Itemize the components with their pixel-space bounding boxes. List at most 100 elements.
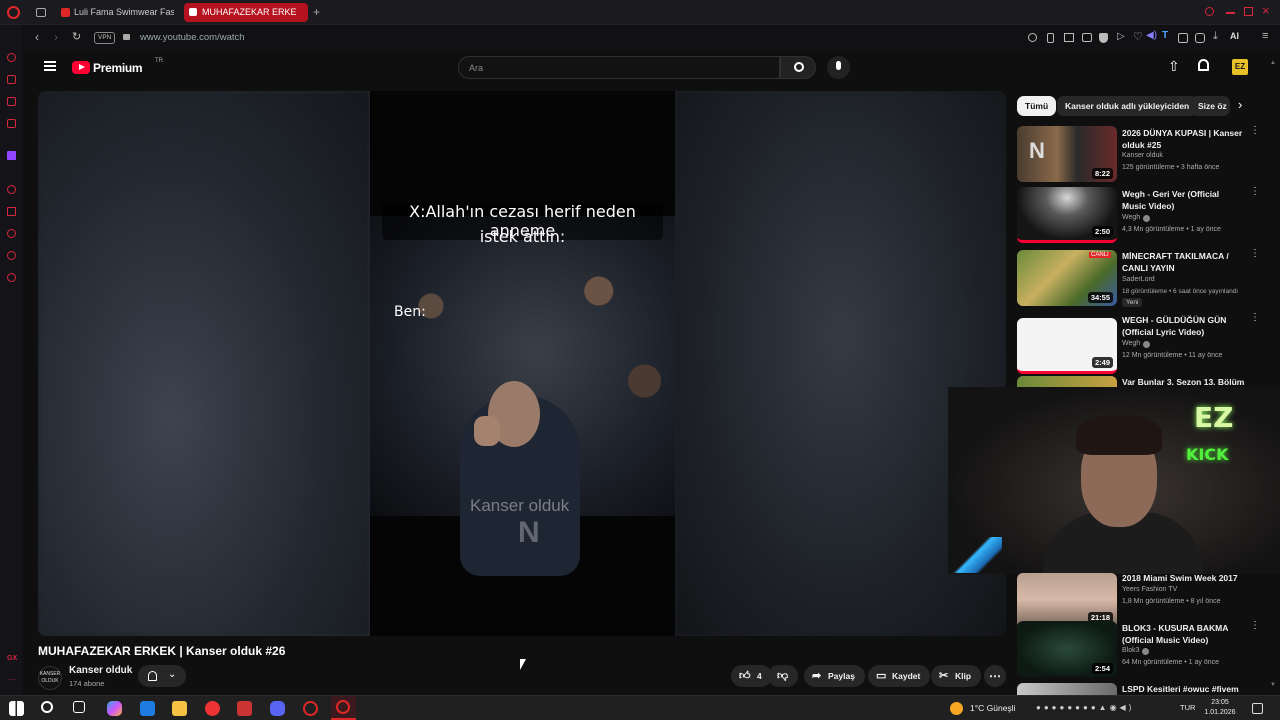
chip-for-you[interactable]: Size öz [1190,96,1230,116]
page-scrollbar[interactable]: ▲ ▼ [1270,60,1276,690]
rec-thumbnail[interactable]: 2:50 [1017,187,1117,243]
menu-icon[interactable]: ≡ [1262,30,1268,42]
opera-gx-icon[interactable] [331,696,356,720]
rec-channel[interactable]: Kanser olduk [1122,152,1163,159]
share-button[interactable]: ➦ Paylaş [804,665,865,687]
system-tray-icons[interactable]: ●●●●●●●●▲◉◀) [1036,703,1134,712]
copilot-icon[interactable] [107,701,122,716]
rec-thumbnail[interactable]: N 8:22 [1017,126,1117,182]
sidebar-chatgpt-icon[interactable] [7,75,16,84]
puzzle-icon[interactable] [1195,33,1205,43]
rec-options-icon[interactable]: ⋮ [1250,249,1260,259]
rec-title[interactable]: 2018 Miami Swim Week 2017 [1122,572,1252,584]
clip-button[interactable]: ✂ Klip [931,665,982,687]
rec-title[interactable]: BLOK3 - KUSURA BAKMA (Official Music Vid… [1122,622,1244,646]
opera-icon[interactable] [303,701,318,716]
search-icon[interactable] [41,701,53,713]
account-avatar[interactable]: EZ [1232,59,1248,75]
chip-from-uploader[interactable]: Kanser olduk adlı yükleyiciden [1057,96,1198,116]
opera-logo-icon[interactable] [7,6,20,19]
like-button[interactable]: 👍︎ 4 [731,665,772,687]
dislike-button[interactable]: 👎︎ [768,665,798,687]
rec-channel[interactable]: SaderLord [1122,276,1155,283]
tab-muhafazekar-erkek[interactable]: MUHAFAZEKAR ERKE [184,3,308,22]
chip-all[interactable]: Tümü [1017,96,1057,116]
language-indicator[interactable]: TUR [1180,703,1195,712]
new-tab-button[interactable]: + [313,5,320,19]
rec-title[interactable]: Wegh - Geri Ver (Official Music Video) [1122,188,1244,212]
outlook-icon[interactable] [140,701,155,716]
reload-icon[interactable]: ↻ [72,30,81,43]
forward-icon[interactable]: › [54,30,58,44]
tab-luli-fama[interactable]: Luli Fama Swimwear Fash [56,3,174,22]
minimize-button[interactable] [1226,12,1235,14]
rec-title[interactable]: 2026 DÜNYA KUPASI | Kanser olduk #25 [1122,127,1244,151]
video-player[interactable]: X:Allah'ın cezası herif neden anneme ist… [38,91,1006,636]
rec-title[interactable]: WEGH - GÜLDÜĞÜN GÜN (Official Lyric Vide… [1122,314,1244,338]
taskbar-clock[interactable]: 23:05 1.01.2026 [1203,698,1237,718]
rec-options-icon[interactable]: ⋮ [1250,621,1260,631]
sidebar-instagram-icon[interactable] [7,119,16,128]
hamburger-menu-icon[interactable] [44,61,56,71]
sidebar-gx-icon[interactable]: GX [7,655,17,662]
zoom-icon[interactable] [1028,33,1037,42]
wallet-icon[interactable] [1082,33,1092,42]
rec-channel[interactable]: Blok3 [1122,647,1140,654]
snapshot-icon[interactable] [1064,33,1074,42]
play-icon[interactable]: ▷ [1117,31,1125,42]
rec-channel[interactable]: Wegh [1122,340,1140,347]
heart-icon[interactable]: ♡ [1133,30,1143,43]
pin-icon[interactable] [1047,33,1054,43]
rec-title[interactable]: MİNECRAFT TAKILMACA / CANLI YAYIN [1122,250,1244,274]
rec-channel[interactable]: Wegh [1122,214,1140,221]
rec-options-icon[interactable]: ⋮ [1250,313,1260,323]
shield-icon[interactable] [1099,33,1108,43]
channel-avatar[interactable]: KANSER OLDUK [38,666,62,690]
chrome-icon[interactable] [205,701,220,716]
audio-icon[interactable]: ◀) [1146,30,1157,41]
voicemeeter-icon[interactable] [237,701,252,716]
rec-options-icon[interactable]: ⋮ [1250,126,1260,136]
search-button[interactable] [780,56,816,79]
notifications-bell-icon[interactable] [1198,59,1209,71]
weather-icon[interactable] [950,702,963,715]
rec-title[interactable]: LSPD Kesitleri #owuc #fivem [1122,683,1252,695]
sidebar-messenger-icon[interactable] [7,97,16,106]
rec-thumbnail[interactable]: 2:49 [1017,318,1117,374]
task-view-icon[interactable] [73,701,85,713]
sidebar-more-icon[interactable]: ··· [8,675,16,684]
rec-thumbnail[interactable] [1017,376,1117,387]
more-actions-button[interactable]: ⋯ [984,665,1006,687]
download-icon[interactable]: ⤓ [1213,30,1218,43]
aria-ai-icon[interactable]: AI [1230,31,1239,41]
sidebar-history-icon[interactable] [7,229,16,238]
url-field[interactable]: www.youtube.com/watch [140,32,245,43]
file-explorer-icon[interactable] [172,701,187,716]
sidebar-twitch-icon[interactable] [7,151,16,160]
discord-icon[interactable] [270,701,285,716]
rec-options-icon[interactable]: ⋮ [1250,187,1260,197]
sidebar-aria-icon[interactable] [7,53,16,62]
sidebar-player-icon[interactable] [7,185,16,194]
chips-next-icon[interactable]: › [1238,97,1242,112]
windows-start-icon[interactable] [9,701,24,716]
sidebar-bookmarks-icon[interactable] [7,207,16,216]
subscription-bell-button[interactable]: ⌄ [138,665,186,687]
search-tabs-icon[interactable] [1205,7,1214,16]
sidebar-downloads-icon[interactable] [7,251,16,260]
vpn-badge[interactable]: VPN [94,32,116,44]
sidebar-settings-icon[interactable] [7,273,16,282]
rec-channel[interactable]: Yeers Fashion TV [1122,586,1177,593]
rec-thumbnail[interactable] [1017,683,1117,695]
rec-thumbnail[interactable]: CANLI 34:55 [1017,250,1117,306]
back-icon[interactable]: ‹ [35,30,39,44]
close-window-button[interactable]: × [1262,3,1270,18]
search-input[interactable]: Ara [458,56,780,79]
maximize-button[interactable] [1244,7,1253,16]
translate-icon[interactable]: T [1162,30,1168,41]
weather-text[interactable]: 1°C Güneşli [970,703,1015,713]
upload-icon[interactable]: ⇧ [1168,58,1180,75]
notification-center-icon[interactable] [1252,703,1263,714]
extension-icon[interactable] [1178,33,1188,43]
voice-search-button[interactable] [827,56,850,79]
